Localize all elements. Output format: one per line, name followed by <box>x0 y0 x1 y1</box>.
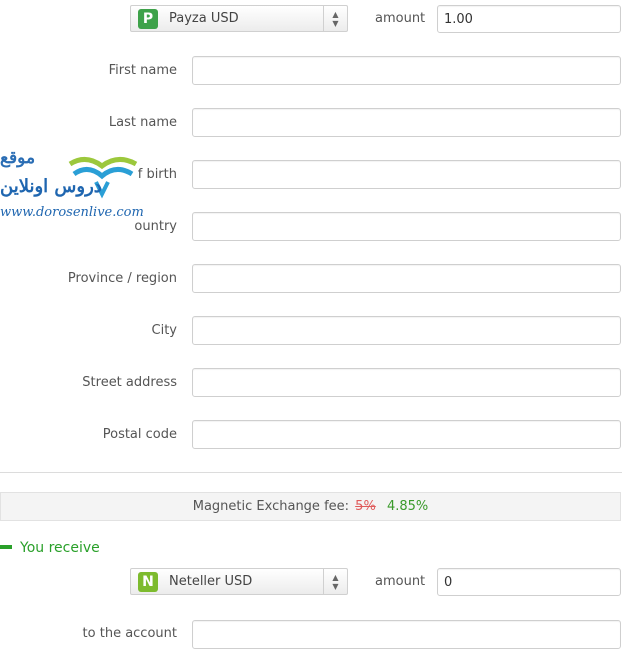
street-address-label: Street address <box>82 375 177 390</box>
country-label: ountry <box>134 219 177 234</box>
account-field[interactable] <box>192 620 621 649</box>
province-label: Province / region <box>67 271 177 286</box>
select-arrows-icon: ▲ ▼ <box>323 569 347 594</box>
last-name-label: Last name <box>108 115 177 130</box>
fee-old-value: 5% <box>355 499 376 514</box>
neteller-logo-icon: N <box>138 572 158 592</box>
province-field[interactable] <box>192 264 621 293</box>
city-field[interactable] <box>192 316 621 345</box>
receive-currency-label: Neteller USD <box>169 574 253 589</box>
country-field[interactable] <box>192 212 621 241</box>
first-name-label: First name <box>108 63 177 78</box>
receive-currency-select[interactable]: N Neteller USD ▲ ▼ <box>130 568 348 595</box>
last-name-field[interactable] <box>192 108 621 137</box>
send-currency-select[interactable]: P Payza USD ▲ ▼ <box>130 5 348 32</box>
postal-code-label: Postal code <box>102 427 177 442</box>
birth-label: f birth <box>137 167 177 182</box>
receive-marker-icon <box>0 545 12 549</box>
section-divider <box>0 472 622 473</box>
payza-logo-icon: P <box>138 9 158 29</box>
birth-field[interactable] <box>192 160 621 189</box>
send-currency-label: Payza USD <box>169 11 239 26</box>
watermark-url: www.dorosenlive.com <box>0 205 144 220</box>
account-label: to the account <box>82 626 177 641</box>
postal-code-field[interactable] <box>192 420 621 449</box>
street-address-field[interactable] <box>192 368 621 397</box>
watermark-arabic-line1: موقع <box>0 148 36 168</box>
first-name-field[interactable] <box>192 56 621 85</box>
fee-new-value: 4.85% <box>386 499 429 514</box>
exchange-fee-bar: Magnetic Exchange fee: 5% 4.85% <box>0 492 621 521</box>
city-label: City <box>151 323 177 338</box>
receive-amount-input[interactable] <box>437 568 621 596</box>
fee-label: Magnetic Exchange fee: <box>192 499 350 514</box>
send-amount-label: amount <box>375 11 426 26</box>
watermark-arabic-line2: دروس اونلاين <box>0 176 102 197</box>
receive-amount-label: amount <box>375 574 426 589</box>
send-amount-input[interactable] <box>437 5 621 33</box>
receive-section-title: You receive <box>20 540 100 556</box>
select-arrows-icon: ▲ ▼ <box>323 6 347 31</box>
